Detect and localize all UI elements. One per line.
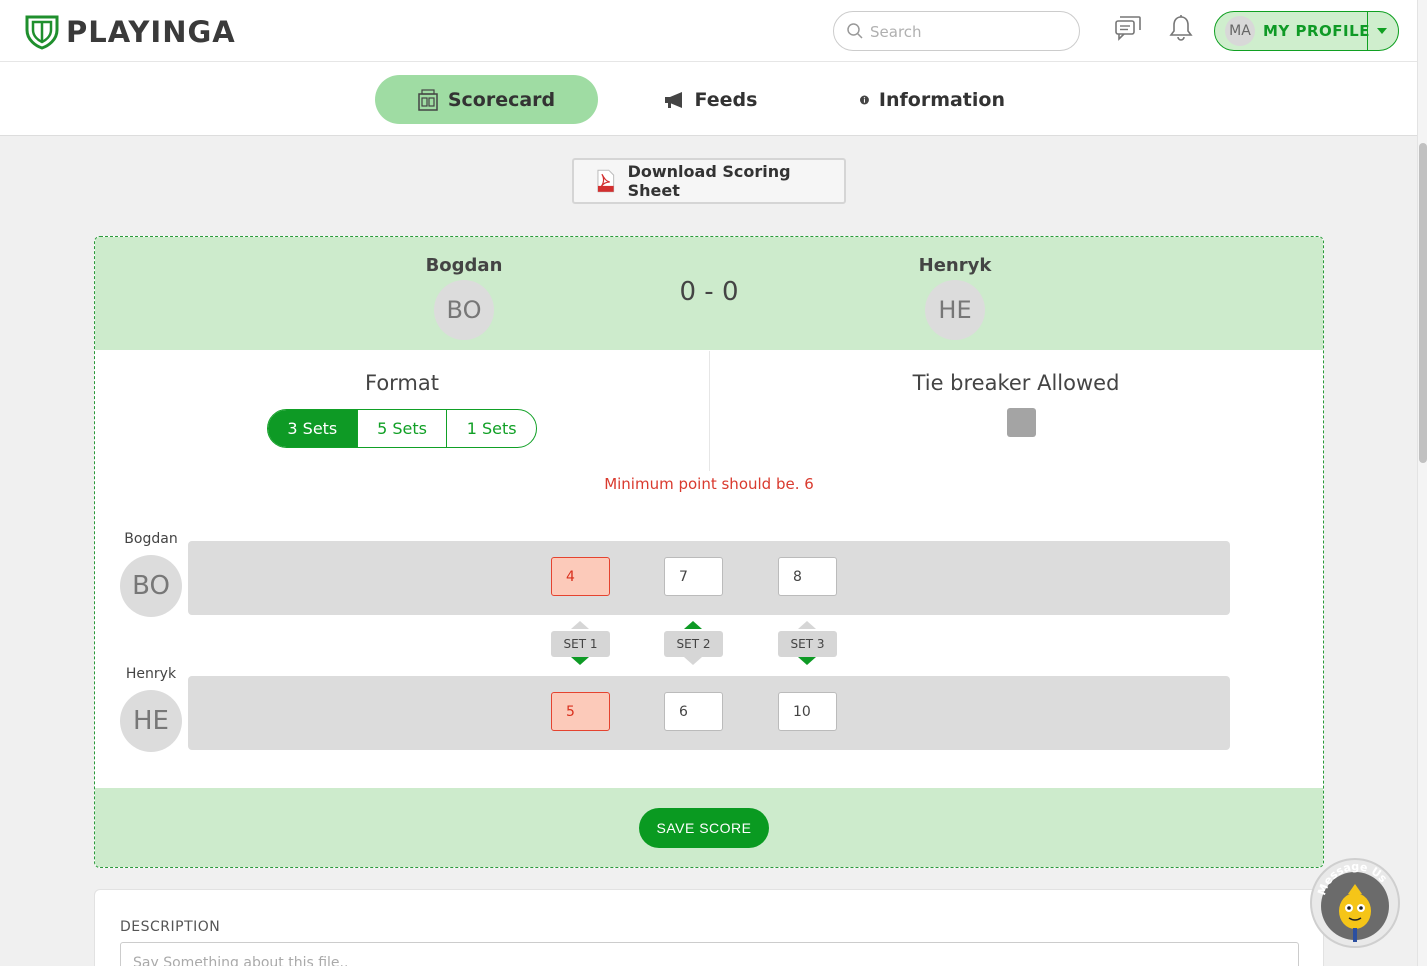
scrollbar[interactable] <box>1417 0 1427 966</box>
download-scoring-sheet-button[interactable]: Download Scoring Sheet <box>572 158 846 204</box>
match-score: 0 - 0 <box>679 277 739 307</box>
tab-label: Information <box>878 88 1005 111</box>
playinga-logo-icon <box>25 15 59 50</box>
player2-score-row: 5 6 10 <box>188 676 1230 750</box>
tab-label: Scorecard <box>447 88 556 111</box>
player1-header: Bogdan BO <box>404 255 524 340</box>
tab-bar: Scorecard Feeds Information <box>0 62 1417 136</box>
row-player1-name: Bogdan <box>124 531 178 547</box>
format-option-3-sets[interactable]: 3 Sets <box>268 410 358 447</box>
player2-set1-input[interactable]: 5 <box>551 692 610 731</box>
player1-name: Bogdan <box>425 255 503 276</box>
player2-avatar: HE <box>925 280 985 340</box>
scoreboard-icon <box>418 88 438 111</box>
top-header: PLAYINGA MA MY PROFILE <box>0 0 1417 62</box>
download-label: Download Scoring Sheet <box>627 162 791 200</box>
scrollbar-thumb[interactable] <box>1419 143 1427 463</box>
set1-label: SET 1 <box>551 631 610 657</box>
error-message: Minimum point should be. 6 <box>604 475 814 493</box>
player1-set2-input[interactable]: 7 <box>664 557 723 596</box>
format-option-1-sets[interactable]: 1 Sets <box>447 410 536 447</box>
description-card: DESCRIPTION Say Something about this fil… <box>94 889 1324 966</box>
player2-set2-input[interactable]: 6 <box>664 692 723 731</box>
search-input[interactable] <box>870 20 1070 44</box>
pdf-file-icon <box>597 169 615 193</box>
tab-scorecard[interactable]: Scorecard <box>375 75 598 124</box>
description-input[interactable]: Say Something about this file.. <box>120 942 1299 966</box>
set3-label: SET 3 <box>778 631 837 657</box>
format-selector: 3 Sets 5 Sets 1 Sets <box>267 409 537 448</box>
save-score-button[interactable]: SAVE SCORE <box>639 808 769 848</box>
set1-up-arrow-icon <box>571 621 589 629</box>
row-player2-name: Henryk <box>125 666 177 682</box>
set2-up-arrow-icon <box>684 621 702 629</box>
section-divider <box>709 351 710 471</box>
player2-set3-input[interactable]: 10 <box>778 692 837 731</box>
search-icon <box>847 23 863 39</box>
description-label: DESCRIPTION <box>120 919 221 935</box>
profile-button[interactable]: MA MY PROFILE <box>1214 11 1399 51</box>
set2-down-arrow-icon <box>684 657 702 665</box>
row-player1-avatar: BO <box>120 555 182 617</box>
chevron-down-icon[interactable] <box>1377 28 1387 34</box>
tiebreaker-title: Tie breaker Allowed <box>912 371 1120 395</box>
player1-score-row: 4 7 8 <box>188 541 1230 615</box>
tab-information[interactable]: Information <box>860 75 1005 124</box>
player1-set3-input[interactable]: 8 <box>778 557 837 596</box>
set3-down-arrow-icon <box>798 657 816 665</box>
set1-down-arrow-icon <box>571 657 589 665</box>
row-player2-avatar: HE <box>120 690 182 752</box>
player1-avatar: BO <box>434 280 494 340</box>
player2-header: Henryk HE <box>895 255 1015 340</box>
set3-up-arrow-icon <box>798 621 816 629</box>
bell-icon[interactable] <box>1168 14 1194 42</box>
score-card: Bogdan BO 0 - 0 Henryk HE Format 3 Sets … <box>94 236 1324 868</box>
info-icon <box>860 95 869 104</box>
message-us-badge-icon[interactable]: Message Us <box>1308 856 1402 950</box>
megaphone-icon <box>664 91 682 108</box>
logo[interactable]: PLAYINGA <box>24 14 236 50</box>
card-footer: SAVE SCORE <box>95 788 1323 867</box>
tab-feeds[interactable]: Feeds <box>655 75 765 124</box>
tab-label: Feeds <box>694 88 758 111</box>
profile-divider <box>1367 12 1368 50</box>
chat-icon[interactable] <box>1114 15 1142 43</box>
profile-label: MY PROFILE <box>1263 22 1370 40</box>
format-option-5-sets[interactable]: 5 Sets <box>358 410 448 447</box>
player1-set1-input[interactable]: 4 <box>551 557 610 596</box>
search-box[interactable] <box>833 11 1080 51</box>
set2-label: SET 2 <box>664 631 723 657</box>
tiebreaker-checkbox[interactable] <box>1007 408 1036 437</box>
player2-name: Henryk <box>918 255 992 276</box>
format-title: Format <box>364 371 439 395</box>
profile-avatar: MA <box>1225 16 1255 46</box>
logo-text: PLAYINGA <box>66 15 236 49</box>
match-header: Bogdan BO 0 - 0 Henryk HE <box>95 237 1323 350</box>
